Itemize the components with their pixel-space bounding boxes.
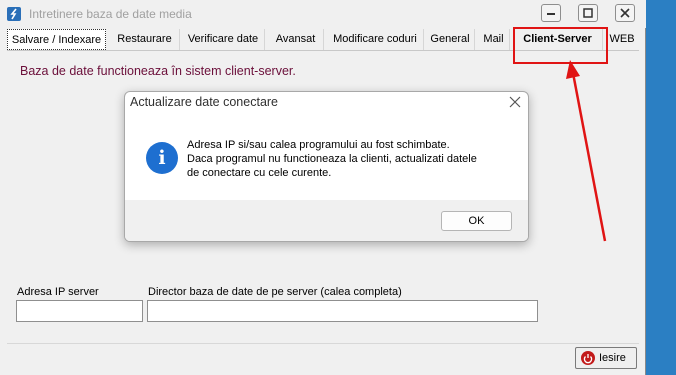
annotation-arrow bbox=[566, 60, 607, 242]
